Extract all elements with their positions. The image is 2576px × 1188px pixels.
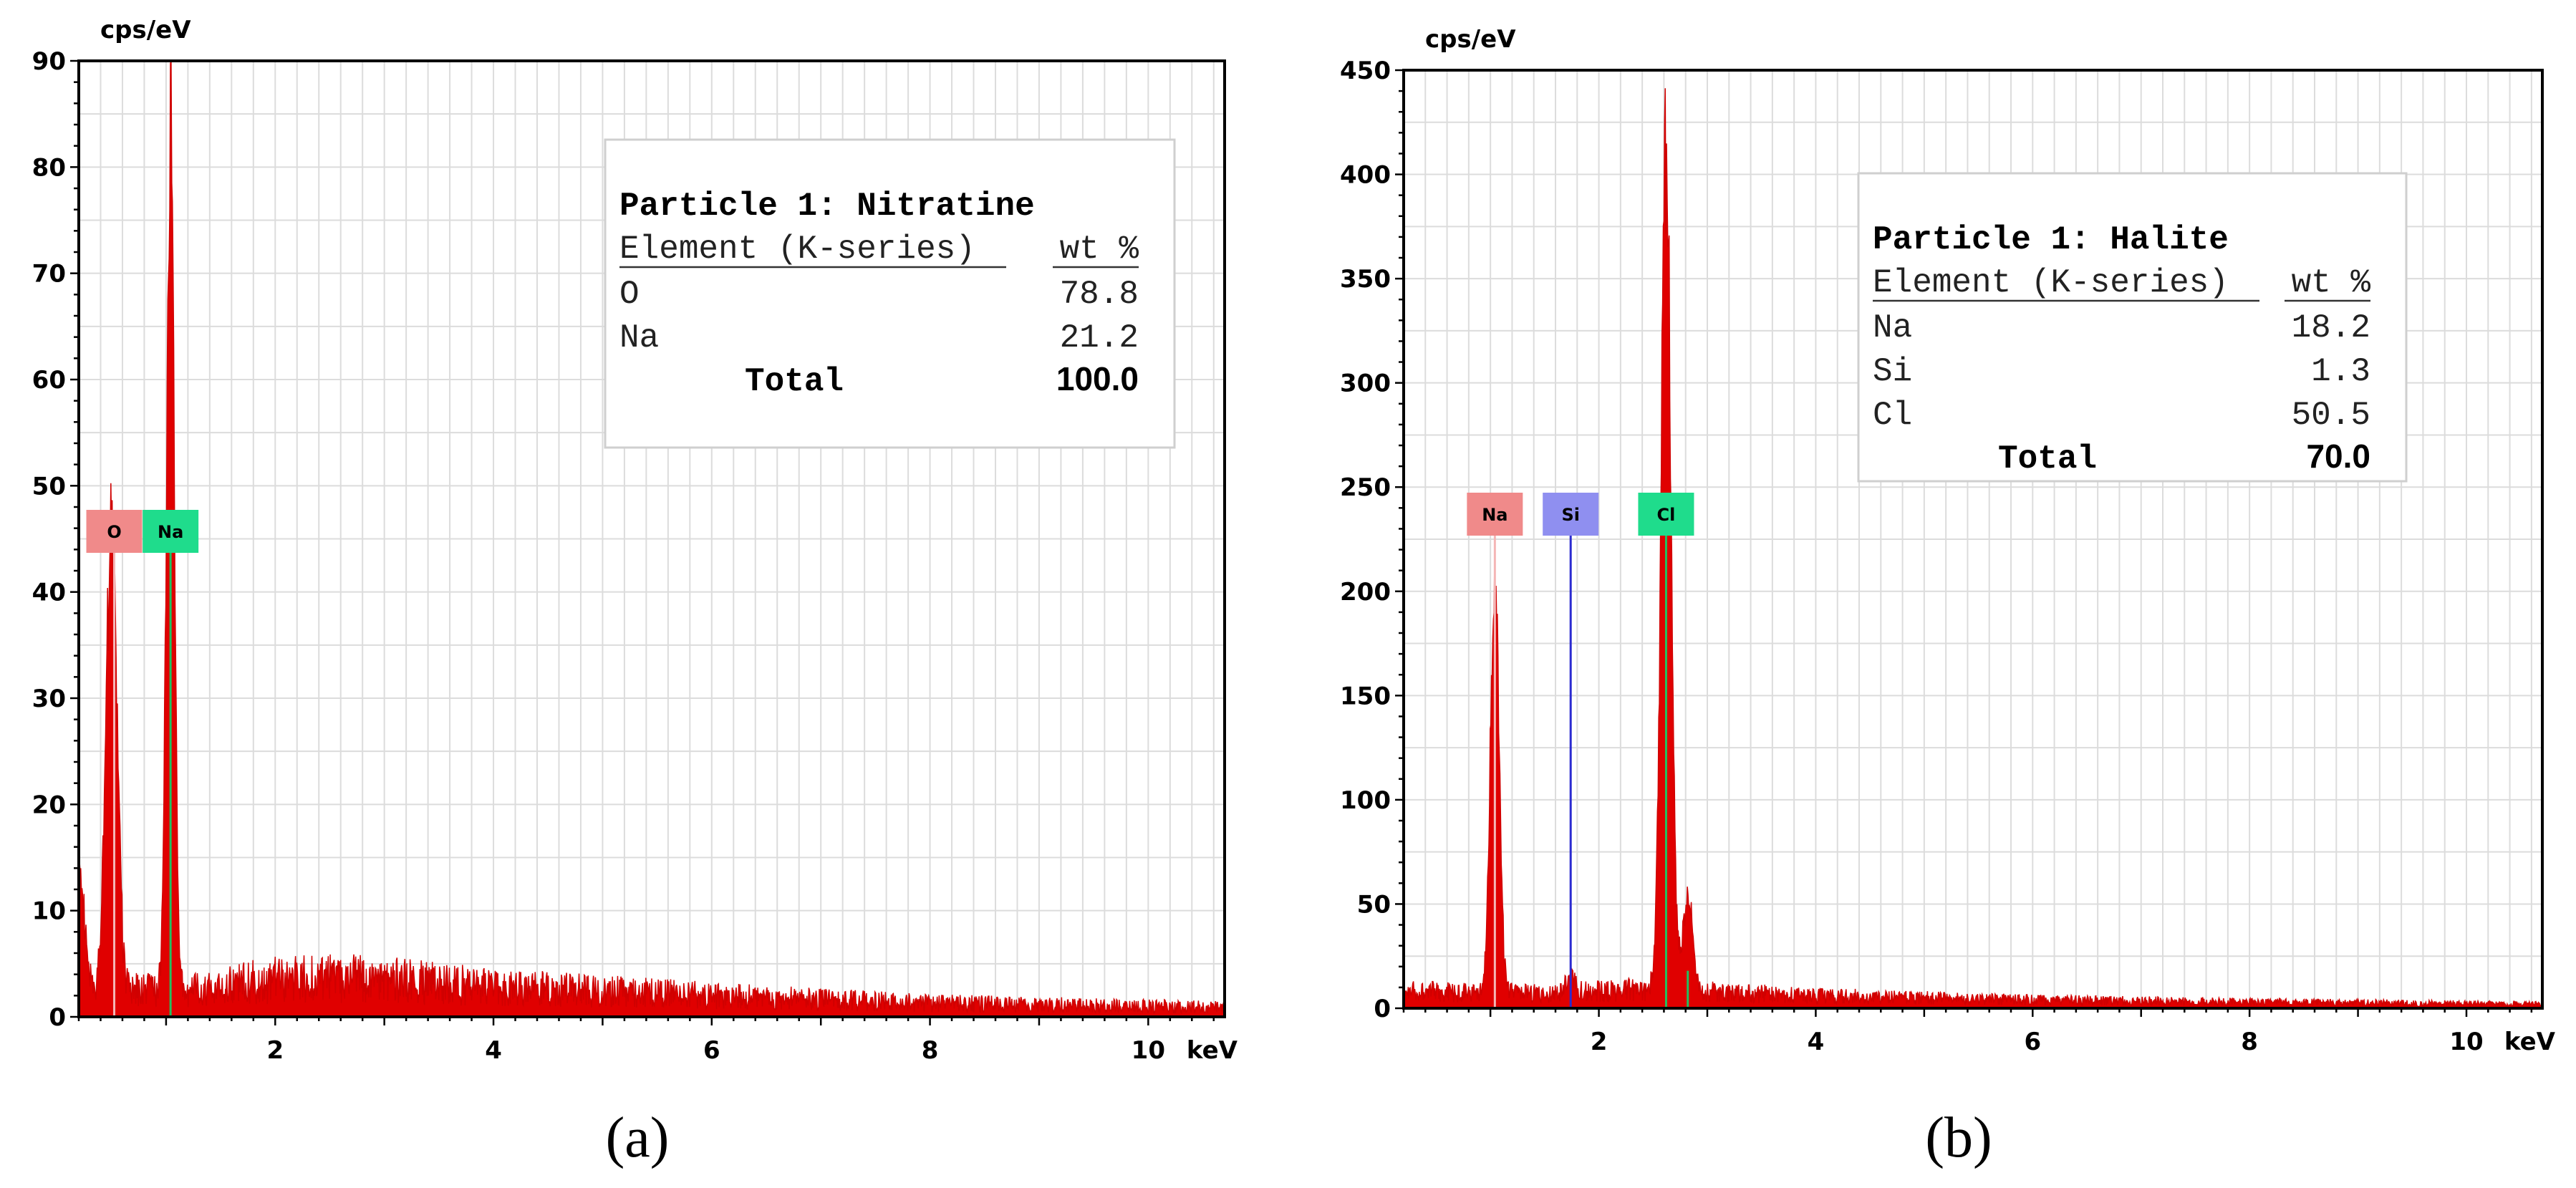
legend-row-value: 18.2 — [2292, 309, 2370, 347]
y-tick-label: 40 — [32, 579, 66, 607]
legend-header-element: Element (K-series) — [619, 231, 975, 268]
y-tick-label: 60 — [32, 366, 66, 395]
y-tick-label: 300 — [1340, 370, 1391, 398]
x-tick-label: 4 — [1808, 1028, 1825, 1056]
spectrum-chart-b: Na Si Cl 0 50 100 150 200 250 300 350 400 450 2 4 6 8 10 c… — [1340, 25, 2556, 1169]
element-tag-label-si: Si — [1561, 505, 1580, 525]
legend-title: Particle 1: Nitratine — [619, 188, 1035, 225]
y-tick-label: 100 — [1340, 786, 1391, 815]
spectrum-chart-a: O Na 0 10 20 30 40 50 60 70 80 90 2 4 6 8 10 cps/eV keV Par… — [32, 16, 1238, 1169]
x-axis-unit: keV — [2504, 1028, 2556, 1056]
x-tick-label: 4 — [485, 1036, 502, 1065]
y-tick-label: 10 — [32, 897, 66, 926]
legend-row-element: O — [619, 276, 640, 313]
element-tag-label-na: Na — [1482, 505, 1508, 525]
y-tick-label: 90 — [32, 47, 66, 76]
legend-row-element: Cl — [1873, 397, 1912, 434]
y-tick-label: 0 — [49, 1003, 66, 1032]
x-tick-label: 6 — [2024, 1028, 2041, 1056]
x-tick-label: 2 — [266, 1036, 284, 1065]
y-tick-label: 350 — [1340, 265, 1391, 294]
y-tick-label: 400 — [1340, 161, 1391, 190]
element-tag-label-na: Na — [158, 522, 183, 542]
x-tick-label: 10 — [1132, 1036, 1165, 1065]
legend-header-value: wt % — [1060, 231, 1139, 268]
y-tick-label: 250 — [1340, 473, 1391, 502]
legend-box: Particle 1: Nitratine Element (K-series) w… — [604, 138, 1176, 449]
legend-box: Particle 1: Halite Element (K-series) wt %… — [1857, 172, 2408, 483]
element-tag-label-cl: Cl — [1657, 505, 1676, 525]
legend-row-value: 50.5 — [2292, 397, 2370, 434]
legend-total-value: 70.0 — [2306, 438, 2370, 475]
x-tick-label: 6 — [703, 1036, 720, 1065]
y-tick-label: 70 — [32, 260, 66, 289]
y-tick-label: 30 — [32, 685, 66, 713]
legend-total-value: 100.0 — [1056, 360, 1139, 397]
legend-header-element: Element (K-series) — [1873, 264, 2229, 301]
y-tick-label: 50 — [1357, 890, 1391, 919]
panel-caption: (a) — [606, 1106, 670, 1169]
y-tick-label: 50 — [32, 472, 66, 501]
spectrum-panel-a: O Na 0 10 20 30 40 50 60 70 80 90 2 4 6 8 10 cps/eV keV Par… — [0, 0, 1275, 1188]
x-axis-unit: keV — [1187, 1036, 1238, 1065]
x-tick-label: 10 — [2449, 1028, 2483, 1056]
y-tick-label: 20 — [32, 791, 66, 819]
legend-row-value: 21.2 — [1060, 319, 1139, 357]
legend-total-label: Total — [1998, 440, 2097, 478]
y-tick-label: 150 — [1340, 682, 1391, 710]
legend-row-element: Si — [1873, 353, 1912, 390]
x-tick-label: 8 — [922, 1036, 939, 1065]
legend-total-label: Total — [745, 363, 844, 400]
legend-header-value: wt % — [2292, 264, 2371, 301]
spectrum-panel-b: Na Si Cl 0 50 100 150 200 250 300 350 400 450 2 4 6 8 10 c… — [1289, 0, 2576, 1188]
y-tick-label: 80 — [32, 153, 66, 182]
panel-caption: (b) — [1925, 1106, 1992, 1169]
element-tag-label-o: O — [107, 522, 121, 542]
legend-title: Particle 1: Halite — [1873, 221, 2229, 259]
y-tick-label: 0 — [1374, 995, 1391, 1023]
y-tick-label: 450 — [1340, 57, 1391, 85]
legend-row-element: Na — [1873, 309, 1912, 347]
legend-row-value: 1.3 — [2311, 353, 2370, 390]
legend-row-value: 78.8 — [1060, 276, 1139, 313]
y-axis-unit: cps/eV — [1425, 25, 1516, 54]
y-tick-label: 200 — [1340, 578, 1391, 607]
x-tick-label: 2 — [1591, 1028, 1608, 1056]
x-tick-label: 8 — [2241, 1028, 2258, 1056]
y-axis-unit: cps/eV — [100, 16, 191, 44]
legend-row-element: Na — [619, 319, 659, 357]
